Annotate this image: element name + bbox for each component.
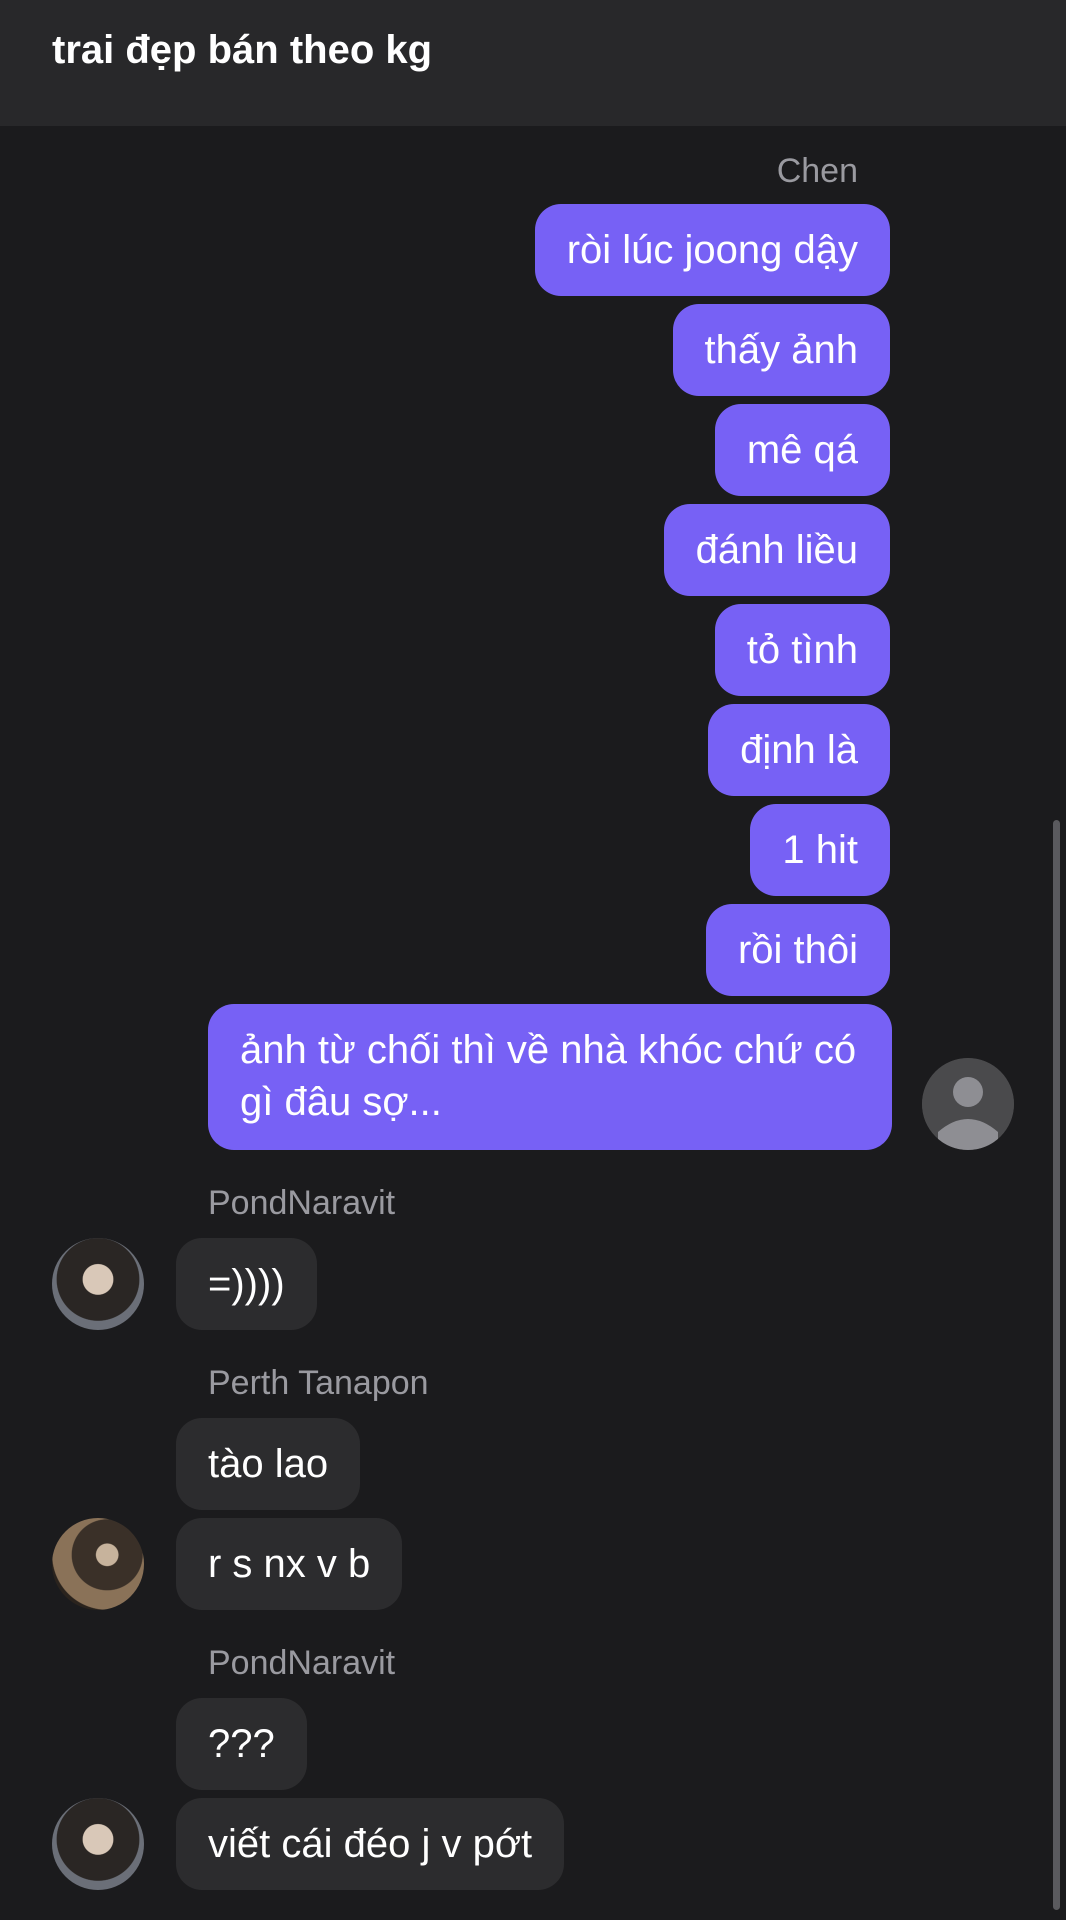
sender-name: Chen <box>776 152 858 190</box>
incoming-message[interactable]: tào lao <box>176 1418 361 1510</box>
outgoing-message[interactable]: rồi thôi <box>705 904 890 996</box>
chat-header: trai đẹp bán theo kg <box>0 0 1066 126</box>
outgoing-message[interactable]: ảnh từ chối thì về nhà khóc chứ có gì đâ… <box>208 1004 892 1150</box>
outgoing-message[interactable]: thấy ảnh <box>672 304 890 396</box>
outgoing-message[interactable]: ròi lúc joong dậy <box>534 204 890 296</box>
avatar[interactable] <box>52 1798 144 1890</box>
sender-name: PondNaravit <box>208 1644 396 1682</box>
incoming-message[interactable]: r s nx v b <box>176 1518 403 1610</box>
sender-name: PondNaravit <box>208 1184 396 1222</box>
incoming-message[interactable]: ??? <box>176 1698 307 1790</box>
outgoing-message[interactable]: tỏ tình <box>714 604 890 696</box>
avatar[interactable] <box>52 1518 144 1610</box>
incoming-message[interactable]: =)))) <box>176 1238 317 1330</box>
chat-title[interactable]: trai đẹp bán theo kg <box>52 28 432 73</box>
person-icon[interactable] <box>922 1058 1014 1150</box>
outgoing-message[interactable]: định là <box>708 704 890 796</box>
person-icon <box>922 1058 1014 1150</box>
sender-name: Perth Tanapon <box>208 1364 429 1402</box>
outgoing-message[interactable]: đánh liều <box>663 504 890 596</box>
outgoing-message[interactable]: 1 hit <box>750 804 890 896</box>
scrollbar[interactable] <box>1053 820 1060 1910</box>
message-list[interactable]: Chen ròi lúc joong dậy thấy ảnh mê qá đá… <box>0 126 1066 1920</box>
incoming-message[interactable]: viết cái đéo j v pớt <box>176 1798 565 1890</box>
outgoing-message[interactable]: mê qá <box>714 404 890 496</box>
avatar[interactable] <box>52 1238 144 1330</box>
